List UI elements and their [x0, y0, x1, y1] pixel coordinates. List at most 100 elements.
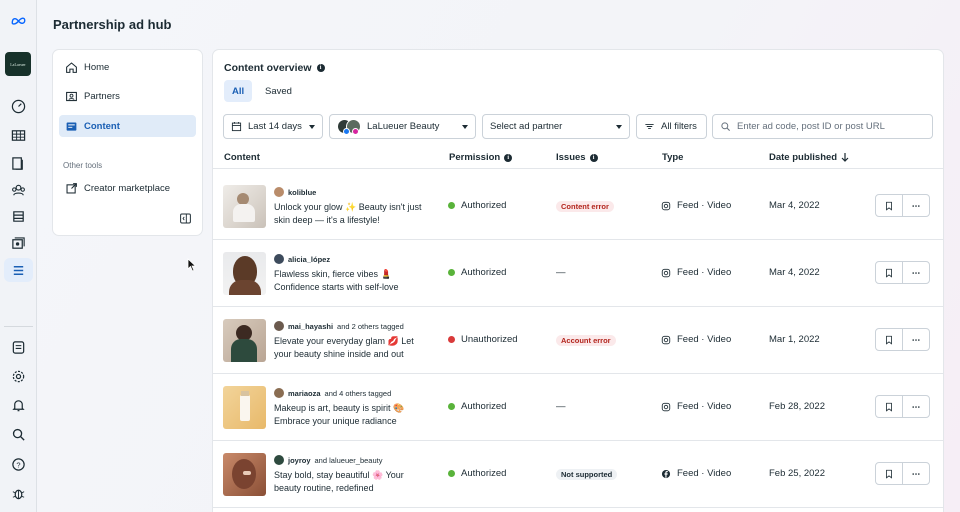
left-rail: LaLueuer ?	[0, 0, 37, 512]
info-icon[interactable]: i	[589, 153, 598, 162]
post-thumbnail[interactable]	[223, 386, 266, 429]
post-thumbnail[interactable]	[223, 252, 266, 295]
table-icon[interactable]	[4, 123, 33, 147]
mouse-cursor-icon	[187, 258, 197, 272]
post-type: Feed · Video	[661, 200, 731, 211]
table-row[interactable]: joyroy and lalueuer_beauty Stay bold, sta…	[213, 441, 943, 508]
bookmark-button[interactable]	[876, 463, 903, 484]
row-actions	[875, 395, 930, 418]
catalog-icon[interactable]	[4, 204, 33, 228]
column-issues[interactable]: Issues i	[556, 152, 598, 163]
more-options-button[interactable]	[903, 329, 929, 350]
nav-item-creator-marketplace[interactable]: Creator marketplace	[59, 177, 196, 199]
tagged-suffix: and lalueuer_beauty	[314, 455, 383, 465]
all-filters-button[interactable]: All filters	[636, 114, 707, 139]
more-icon	[912, 405, 920, 408]
author-avatar	[274, 254, 284, 264]
author-avatar	[274, 321, 284, 331]
info-icon[interactable]: i	[316, 64, 325, 72]
info-icon[interactable]: i	[504, 153, 513, 162]
bookmark-icon	[886, 469, 892, 479]
bookmark-button[interactable]	[876, 195, 903, 216]
permission-status: Authorized	[448, 200, 506, 211]
more-options-button[interactable]	[903, 262, 929, 283]
ad-partner-value: Select ad partner	[490, 121, 563, 132]
permission-status: Authorized	[448, 401, 506, 412]
account-avatar[interactable]: LaLueuer	[5, 52, 31, 76]
external-link-icon	[66, 182, 77, 193]
bookmark-button[interactable]	[876, 396, 903, 417]
tab-all[interactable]: All	[224, 80, 253, 102]
column-issues-label: Issues	[556, 152, 586, 163]
post-author: koliblue	[274, 187, 316, 197]
post-type: Feed · Video	[661, 468, 731, 479]
calendar-icon	[231, 122, 242, 132]
bookmark-button[interactable]	[876, 262, 903, 283]
column-permission[interactable]: Permission i	[449, 152, 513, 163]
author-name: alicia_lópez	[288, 254, 331, 264]
instagram-icon	[661, 402, 671, 411]
more-options-button[interactable]	[903, 195, 929, 216]
nav-item-label: Content	[84, 120, 120, 132]
column-type: Type	[662, 152, 683, 163]
more-options-button[interactable]	[903, 463, 929, 484]
help-icon[interactable]: ?	[4, 452, 33, 476]
issue-badge: Account error	[556, 335, 616, 346]
more-icon	[912, 204, 920, 207]
column-date-label: Date published	[769, 152, 838, 163]
content-overview-title: Content overview i	[224, 62, 325, 74]
more-options-button[interactable]	[903, 396, 929, 417]
author-name: koliblue	[288, 187, 317, 197]
media-icon[interactable]	[4, 231, 33, 255]
table-header: Content Permission i Issues i Type Date pu…	[213, 147, 943, 169]
account-dropdown[interactable]: LaLueuer Beauty	[329, 114, 476, 139]
author-avatar	[274, 388, 284, 398]
row-actions	[875, 462, 930, 485]
issue-none: —	[556, 401, 566, 412]
date-published: Feb 28, 2022	[769, 401, 825, 412]
date-range-dropdown[interactable]: Last 14 days	[223, 114, 323, 139]
column-date-published[interactable]: Date published	[769, 152, 849, 163]
nav-item-home[interactable]: Home	[59, 56, 196, 78]
meta-logo-icon[interactable]	[4, 8, 33, 32]
table-row[interactable]: alicia_lópez Flawless skin, fierce vibes…	[213, 240, 943, 307]
ad-partner-dropdown[interactable]: Select ad partner	[482, 114, 630, 139]
tab-saved[interactable]: Saved	[257, 80, 300, 102]
instagram-icon	[661, 335, 671, 344]
table-row[interactable]: mariaoza and 4 others tagged Makeup is ar…	[213, 374, 943, 441]
issue-badge: Not supported	[556, 469, 618, 480]
gear-icon[interactable]	[4, 364, 33, 388]
row-actions	[875, 194, 930, 217]
table-row[interactable]: mai_hayashi and 2 others tagged Elevate y…	[213, 307, 943, 374]
post-author: mai_hayashi and 2 others tagged	[274, 321, 404, 331]
nav-item-partners[interactable]: Partners	[59, 85, 196, 107]
row-actions	[875, 328, 930, 351]
search-input[interactable]: Enter ad code, post ID or post URL	[712, 114, 933, 139]
pages-icon[interactable]	[4, 151, 33, 175]
status-dot	[448, 269, 455, 276]
collapse-sidebar-icon[interactable]	[179, 212, 192, 225]
search-icon[interactable]	[4, 422, 33, 446]
account-avatars	[337, 118, 361, 135]
dashboard-icon[interactable]	[4, 94, 33, 118]
post-type: Feed · Video	[661, 334, 731, 345]
post-caption: Makeup is art, beauty is spirit 🎨 Embrac…	[274, 403, 405, 426]
author-name: mariaoza	[288, 388, 321, 398]
post-thumbnail[interactable]	[223, 185, 266, 228]
permission-label: Unauthorized	[461, 334, 518, 345]
nav-item-label: Home	[84, 61, 110, 73]
account-value: LaLueuer Beauty	[367, 121, 440, 132]
nav-item-content[interactable]: Content	[59, 115, 196, 137]
menu-icon[interactable]	[4, 258, 33, 282]
bookmark-button[interactable]	[876, 329, 903, 350]
permission-label: Authorized	[461, 468, 507, 479]
bug-icon[interactable]	[4, 481, 33, 505]
bell-icon[interactable]	[4, 393, 33, 417]
post-thumbnail[interactable]	[223, 453, 266, 496]
audience-icon[interactable]	[4, 178, 33, 202]
status-dot	[448, 336, 455, 343]
content-overview-card: Content overview i All Saved Last 14 day…	[213, 50, 943, 512]
post-thumbnail[interactable]	[223, 319, 266, 362]
notes-icon[interactable]	[4, 335, 33, 359]
table-row[interactable]: koliblue Unlock your glow ✨ Beauty isn't…	[213, 173, 943, 240]
